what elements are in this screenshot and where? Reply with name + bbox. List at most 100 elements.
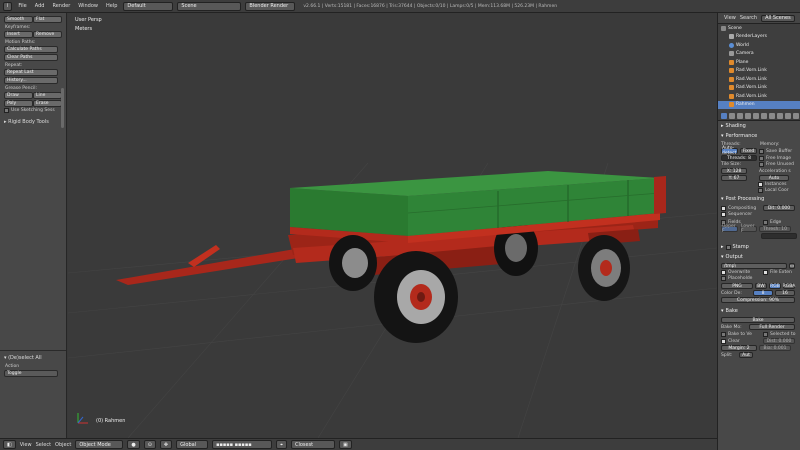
snap-icon[interactable]: ⌖: [276, 440, 287, 449]
history-button[interactable]: History...: [4, 77, 58, 84]
render-tab-icon[interactable]: [721, 112, 727, 119]
file-format-dropdown[interactable]: PNG: [721, 283, 753, 289]
threads-count-field[interactable]: Threads: 8: [721, 155, 757, 161]
outliner-item-rad-2[interactable]: Rad.Vorn.Link: [718, 75, 800, 84]
scene-tab-icon[interactable]: [737, 112, 743, 119]
material-tab-icon[interactable]: [785, 112, 791, 119]
constraints-tab-icon[interactable]: [761, 112, 767, 119]
remove-keyframe-button[interactable]: Remove: [33, 31, 62, 38]
bake-mode-dropdown[interactable]: Full Render: [749, 324, 795, 330]
edge-color-swatch[interactable]: [761, 233, 797, 239]
editor-type-button[interactable]: i: [3, 1, 13, 11]
sketching-session-checkbox[interactable]: Use Sketching Sess: [0, 108, 66, 113]
free-image-checkbox[interactable]: Free Image: [759, 155, 791, 161]
draw-button[interactable]: Draw: [4, 92, 33, 99]
outliner-item-rahmen[interactable]: Rahmen: [718, 100, 800, 109]
clear-paths-button[interactable]: Clear Paths: [4, 54, 58, 61]
menu-render[interactable]: Render: [50, 3, 72, 9]
outliner-item-rad-1[interactable]: Rad.Vorn.Link: [718, 67, 800, 76]
mode-selector[interactable]: Object Mode: [75, 440, 124, 449]
depth-16-button[interactable]: 16: [775, 290, 795, 296]
render-engine-selector[interactable]: Blender Render: [245, 1, 296, 11]
threads-auto-detect-button[interactable]: Auto-detect: [721, 146, 738, 156]
flat-button[interactable]: Flat: [33, 16, 62, 23]
bake-panel[interactable]: ▾ Bake: [718, 306, 800, 316]
line-button[interactable]: Line: [33, 92, 62, 99]
edge-checkbox[interactable]: Edge: [763, 220, 781, 225]
local-coords-checkbox[interactable]: Local Coor: [758, 188, 789, 193]
menu-file[interactable]: File: [16, 3, 28, 9]
sequencer-checkbox[interactable]: Sequencer: [721, 212, 752, 217]
viewport-editor-type-button[interactable]: ◧: [3, 440, 16, 449]
layers-tab-icon[interactable]: [729, 112, 735, 119]
bake-to-vertex-color-checkbox[interactable]: Bake to Ve: [721, 332, 761, 337]
outliner-item-renderlayers[interactable]: RenderLayers: [718, 33, 800, 42]
outliner-display-mode[interactable]: All Scenes: [761, 14, 795, 22]
outliner-search-menu[interactable]: Search: [740, 15, 757, 21]
last-operator-title[interactable]: ▾ (De)select All: [0, 353, 66, 363]
upper-first-button[interactable]: Upper F: [721, 224, 738, 234]
tile-y-field[interactable]: Y: 67: [721, 175, 747, 181]
file-extensions-checkbox[interactable]: File Exten: [763, 270, 792, 275]
output-panel[interactable]: ▾ Output: [718, 252, 800, 262]
stamp-panel[interactable]: ▸ Stamp: [718, 242, 800, 252]
object-tab-icon[interactable]: [753, 112, 759, 119]
erase-button[interactable]: Erase: [33, 100, 62, 107]
outliner-item-rad-3[interactable]: Rad.Vorn.Link: [718, 84, 800, 93]
compositing-checkbox[interactable]: Compositing: [721, 205, 761, 211]
outliner-view-menu[interactable]: View: [724, 15, 736, 21]
output-path-field[interactable]: /tmp\: [721, 263, 787, 269]
scene-selector[interactable]: Scene: [177, 1, 242, 11]
placeholders-checkbox[interactable]: Placeholde: [721, 276, 752, 281]
rgb-button[interactable]: RGB: [769, 283, 781, 289]
render-icon[interactable]: ▣: [338, 440, 352, 449]
bw-button[interactable]: BW: [755, 283, 767, 289]
pivot-point-button[interactable]: ⊙: [143, 440, 156, 449]
modifiers-tab-icon[interactable]: [769, 112, 775, 119]
rigid-body-tools-panel[interactable]: ▸ Rigid Body Tools: [0, 117, 66, 127]
menu-add[interactable]: Add: [33, 3, 47, 9]
layout-selector[interactable]: Default: [123, 1, 174, 11]
texture-tab-icon[interactable]: [793, 112, 799, 119]
calculate-paths-button[interactable]: Calculate Paths: [4, 46, 58, 53]
edge-threshold-field[interactable]: Thresh: 10: [759, 226, 791, 232]
menu-help[interactable]: Help: [104, 3, 119, 9]
menu-view[interactable]: View: [20, 442, 32, 448]
outliner-item-scene[interactable]: Scene: [718, 24, 800, 33]
split-dropdown[interactable]: Aut: [739, 352, 753, 358]
free-unused-checkbox[interactable]: Free Unused: [759, 162, 794, 167]
selected-to-active-checkbox[interactable]: Selected to: [763, 332, 795, 337]
insert-keyframe-button[interactable]: Insert: [4, 31, 33, 38]
instances-checkbox[interactable]: Instances: [758, 182, 787, 187]
save-buffers-checkbox[interactable]: Save Buffer: [759, 148, 792, 154]
folder-icon[interactable]: ▭: [789, 263, 795, 269]
tool-shelf-scrollbar[interactable]: [61, 88, 64, 128]
bias-field[interactable]: Bia: 0.001: [759, 345, 791, 351]
lower-first-button[interactable]: Lower F: [740, 224, 757, 234]
overwrite-checkbox[interactable]: Overwrite: [721, 270, 761, 275]
compression-slider[interactable]: Compression: 90%: [721, 297, 795, 303]
data-tab-icon[interactable]: [777, 112, 783, 119]
menu-window[interactable]: Window: [76, 3, 100, 9]
world-tab-icon[interactable]: [745, 112, 751, 119]
bake-button[interactable]: Bake: [721, 317, 795, 323]
transform-orientation-selector[interactable]: Global: [176, 440, 209, 449]
3d-viewport[interactable]: User Persp Meters (0) Rahmen: [68, 13, 717, 438]
snap-target-selector[interactable]: Closest: [290, 440, 335, 449]
acceleration-dropdown[interactable]: Auto: [759, 175, 789, 181]
menu-select[interactable]: Select: [36, 442, 51, 448]
outliner-item-plane[interactable]: Plane: [718, 58, 800, 67]
depth-8-button[interactable]: 8: [753, 290, 773, 296]
poly-button[interactable]: Poly: [4, 100, 33, 107]
rgba-button[interactable]: RGBA: [783, 283, 795, 289]
outliner-item-rad-4[interactable]: Rad.Vorn.Link: [718, 92, 800, 101]
distance-field[interactable]: Dist: 0.000: [763, 338, 795, 344]
action-dropdown[interactable]: Toggle: [4, 370, 58, 377]
manipulator-button[interactable]: ✥: [159, 440, 173, 449]
menu-object[interactable]: Object: [55, 442, 71, 448]
viewport-shading-button[interactable]: ●: [127, 440, 140, 449]
outliner-item-camera[interactable]: Camera: [718, 50, 800, 59]
tile-x-field[interactable]: X: 128: [721, 168, 747, 174]
dither-field[interactable]: Dit: 0.000: [763, 205, 795, 211]
threads-fixed-button[interactable]: Fixed: [740, 148, 757, 154]
